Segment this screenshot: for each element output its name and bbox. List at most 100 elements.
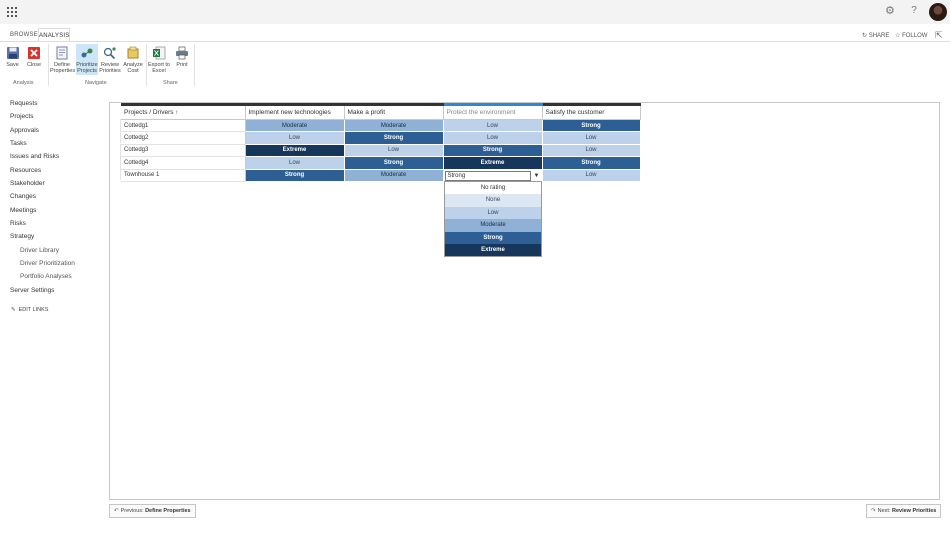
- rating-cell[interactable]: Extreme: [245, 144, 345, 158]
- rating-cell[interactable]: Moderate: [344, 119, 444, 133]
- app-launcher-icon[interactable]: [7, 7, 17, 17]
- previous-button[interactable]: ↶ Previous: Define Properties: [109, 504, 196, 518]
- rating-cell[interactable]: Low: [542, 131, 641, 145]
- project-name-cell[interactable]: Townhouse 1: [121, 169, 246, 182]
- rating-cell[interactable]: Strong: [542, 156, 641, 170]
- prioritization-grid: Projects / Drivers ↑ Implement new techn…: [121, 103, 641, 182]
- close-button[interactable]: Close: [26, 46, 42, 68]
- print-label: Print: [176, 62, 188, 68]
- tab-browse[interactable]: BROWSE: [10, 28, 38, 42]
- table-row: Cottedg4 Low Strong Extreme Strong: [121, 156, 641, 170]
- row-header[interactable]: [109, 156, 121, 168]
- nav-item-risks[interactable]: Risks: [10, 220, 26, 227]
- follow-button[interactable]: ☆ FOLLOW: [895, 31, 927, 41]
- close-label: Close: [26, 62, 42, 68]
- nav-item-resources[interactable]: Resources: [10, 167, 41, 174]
- review-priorities-button[interactable]: Review Priorities: [99, 46, 121, 74]
- nav-item-portfolio-analyses[interactable]: Portfolio Analyses: [20, 273, 72, 280]
- print-button[interactable]: Print: [174, 46, 190, 68]
- row-header[interactable]: [109, 119, 121, 131]
- nav-item-driver-prioritization[interactable]: Driver Prioritization: [20, 260, 75, 267]
- dropdown-option-none[interactable]: None: [445, 194, 541, 207]
- next-prefix: Next:: [877, 508, 891, 514]
- rating-cell[interactable]: Moderate: [245, 119, 345, 133]
- export-to-excel-button[interactable]: Export to Excel: [147, 46, 171, 74]
- review-priorities-icon: [103, 47, 116, 60]
- nav-item-tasks[interactable]: Tasks: [10, 140, 27, 147]
- project-name-cell[interactable]: Cottedg2: [121, 131, 246, 145]
- focus-icon[interactable]: ⇱: [935, 31, 944, 40]
- row-header[interactable]: [109, 131, 121, 143]
- export-to-excel-label-2: Excel: [152, 68, 166, 74]
- nav-item-server-settings[interactable]: Server Settings: [10, 287, 54, 294]
- rating-cell[interactable]: Low: [245, 131, 345, 145]
- rating-cell[interactable]: Strong: [344, 156, 444, 170]
- follow-label: FOLLOW: [902, 33, 928, 39]
- column-header-make-a-profit[interactable]: Make a profit: [344, 103, 444, 120]
- dropdown-option-moderate[interactable]: Moderate: [445, 219, 541, 232]
- rating-cell[interactable]: Low: [344, 144, 444, 158]
- close-icon: [28, 47, 40, 59]
- column-header-satisfy-the-customer[interactable]: Satisfy the customer: [542, 103, 641, 120]
- pencil-icon: ✎: [11, 307, 16, 313]
- rating-cell[interactable]: Low: [245, 156, 345, 170]
- rating-cell[interactable]: Low: [542, 144, 641, 158]
- column-header-protect-the-environment[interactable]: Protect the environment: [443, 103, 543, 120]
- rating-combobox-input[interactable]: Strong: [444, 170, 531, 181]
- nav-item-driver-library[interactable]: Driver Library: [20, 247, 59, 254]
- rating-cell[interactable]: Low: [443, 131, 543, 145]
- share-button[interactable]: ↻ SHARE: [862, 31, 889, 41]
- dropdown-option-low[interactable]: Low: [445, 206, 541, 220]
- dropdown-option-extreme[interactable]: Extreme: [445, 243, 541, 257]
- nav-item-requests[interactable]: Requests: [10, 100, 37, 107]
- edit-links-button[interactable]: ✎ EDIT LINKS: [11, 307, 48, 313]
- row-header[interactable]: [109, 168, 121, 180]
- prioritize-projects-icon: [81, 48, 93, 58]
- column-header-implement-new-technologies[interactable]: Implement new technologies: [245, 103, 345, 120]
- nav-item-stakeholder[interactable]: Stakeholder: [10, 180, 45, 187]
- next-button[interactable]: ↷ Next: Review Priorities: [866, 504, 942, 518]
- save-icon: [6, 47, 19, 59]
- project-name-cell[interactable]: Cottedg1: [121, 119, 246, 133]
- rating-cell[interactable]: Strong: [443, 144, 543, 158]
- rating-cell[interactable]: Strong: [245, 169, 345, 182]
- project-name-cell[interactable]: Cottedg3: [121, 144, 246, 158]
- rating-cell[interactable]: Low: [542, 169, 641, 182]
- chevron-down-icon[interactable]: ▼: [532, 171, 542, 181]
- nav-item-strategy[interactable]: Strategy: [10, 233, 34, 240]
- nav-item-changes[interactable]: Changes: [10, 193, 36, 200]
- save-label: Save: [6, 62, 19, 68]
- prioritize-projects-button[interactable]: Prioritize Projects: [76, 44, 98, 75]
- tab-analysis[interactable]: ANALYSIS: [38, 28, 70, 42]
- define-properties-button[interactable]: Define Properties: [50, 46, 75, 74]
- nav-item-projects[interactable]: Projects: [10, 113, 33, 120]
- rating-cell-editing[interactable]: Strong ▼: [443, 169, 543, 182]
- ribbon-separator: [194, 44, 195, 86]
- rating-cell[interactable]: Low: [443, 119, 543, 133]
- group-label-navigate: Navigate: [85, 80, 107, 86]
- share-icon: ↻: [862, 33, 868, 39]
- help-icon[interactable]: ?: [909, 5, 919, 17]
- analyze-cost-label-2: Cost: [127, 68, 139, 74]
- project-name-cell[interactable]: Cottedg4: [121, 156, 246, 170]
- next-target: Review Priorities: [891, 508, 937, 514]
- dropdown-option-strong[interactable]: Strong: [445, 231, 541, 244]
- share-label: SHARE: [868, 33, 890, 39]
- rating-cell[interactable]: Strong: [542, 119, 641, 133]
- gear-icon[interactable]: ⚙: [885, 6, 896, 17]
- rating-cell[interactable]: Strong: [344, 131, 444, 145]
- rating-cell[interactable]: Extreme: [443, 156, 543, 170]
- save-button[interactable]: Save: [5, 46, 20, 68]
- forward-arrow-icon: ↷: [871, 508, 876, 514]
- dropdown-option-no-rating[interactable]: No rating: [445, 182, 541, 195]
- nav-item-meetings[interactable]: Meetings: [10, 207, 36, 214]
- analyze-cost-button[interactable]: Analyze Cost: [122, 46, 144, 74]
- column-header-projects[interactable]: Projects / Drivers ↑: [121, 103, 246, 120]
- row-header[interactable]: [109, 144, 121, 156]
- excel-icon: [153, 46, 166, 60]
- rating-cell[interactable]: Moderate: [344, 169, 444, 182]
- nav-item-issues-and-risks[interactable]: Issues and Risks: [10, 153, 59, 160]
- avatar[interactable]: [929, 3, 947, 21]
- table-row: Cottedg1 Moderate Moderate Low Strong: [121, 119, 641, 133]
- nav-item-approvals[interactable]: Approvals: [10, 127, 39, 134]
